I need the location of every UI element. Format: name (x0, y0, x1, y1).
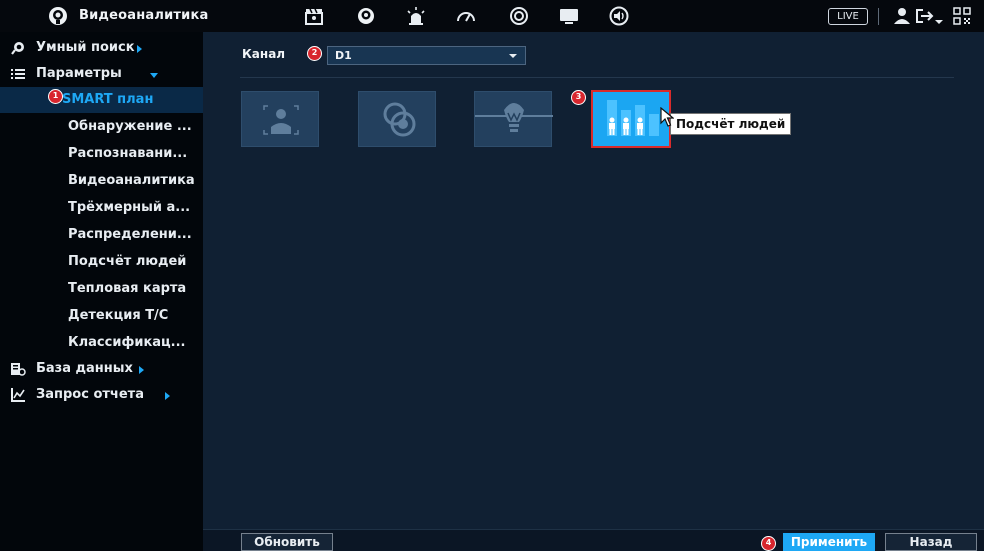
sidebar-subitem-label: SMART план (62, 92, 154, 107)
list-icon (11, 69, 25, 79)
sidebar-subitem-detection[interactable]: Обнаружение ... (0, 114, 203, 140)
database-icon (11, 363, 26, 376)
sidebar-subitem-label: Видеоаналитика (68, 173, 195, 188)
ivs-lamp-icon (475, 103, 553, 132)
sidebar-item-smart-search[interactable]: Умный поиск (0, 35, 203, 61)
qr-code-icon[interactable] (952, 6, 972, 26)
topbar-divider (878, 8, 879, 25)
speaker-icon[interactable] (608, 6, 630, 26)
sidebar-item-label: База данных (36, 361, 133, 376)
app-title: Видеоаналитика (79, 8, 209, 23)
chevron-down-icon[interactable] (934, 6, 944, 26)
gauge-icon[interactable] (455, 6, 477, 26)
channel-label: Канал (242, 47, 286, 61)
tile-people-counting[interactable] (591, 90, 671, 148)
chevron-down-icon (150, 73, 158, 78)
refresh-button[interactable]: Обновить (241, 533, 333, 551)
chevron-right-icon (137, 45, 142, 53)
chevron-down-icon (509, 54, 517, 58)
sidebar-subitem-heat-map[interactable]: Тепловая карта (0, 276, 203, 302)
sidebar-subitem-3d[interactable]: Трёхмерный а... (0, 195, 203, 221)
people-counting-icon (607, 100, 659, 136)
sidebar-subitem-video-analytics[interactable]: Видеоаналитика (0, 168, 203, 194)
sidebar-subitem-distribution[interactable]: Распределени... (0, 222, 203, 248)
sidebar-subitem-vehicle-detection[interactable]: Детекция Т/С (0, 303, 203, 329)
live-button[interactable]: LIVE (828, 8, 868, 25)
sidebar-item-label: Умный поиск (36, 40, 135, 55)
face-detection-icon (263, 105, 299, 135)
channel-select[interactable]: D1 (327, 46, 526, 65)
sidebar-subitem-people-counting[interactable]: Подсчёт людей (0, 249, 203, 275)
step-marker-2: 2 (307, 46, 322, 61)
analytics-head-icon (49, 7, 67, 25)
main-panel: Канал D1 Подсчёт людей Обновить Применит… (203, 32, 984, 551)
sidebar-subitem-label: Трёхмерный а... (68, 200, 191, 215)
sidebar-subitem-smart-plan[interactable]: SMART план (0, 87, 203, 113)
sidebar-subitem-label: Распределени... (68, 227, 192, 242)
sidebar-item-report-query[interactable]: Запрос отчета (0, 382, 203, 408)
mouse-cursor-icon (660, 107, 674, 127)
monitor-icon[interactable] (558, 6, 580, 26)
sidebar-subitem-label: Классификац... (68, 335, 186, 350)
top-bar: Видеоаналитика LIVE (0, 0, 984, 32)
tooltip: Подсчёт людей (670, 113, 792, 135)
sidebar-subitem-label: Подсчёт людей (68, 254, 187, 269)
apply-button[interactable]: Применить (783, 533, 875, 551)
user-icon[interactable] (891, 6, 913, 26)
sidebar-subitem-classification[interactable]: Классификац... (0, 330, 203, 356)
sidebar-subitem-label: Распознавани... (68, 146, 188, 161)
alarm-icon[interactable] (405, 6, 427, 26)
sidebar-item-database[interactable]: База данных (0, 356, 203, 382)
sidebar-subitem-label: Обнаружение ... (68, 119, 192, 134)
divider (240, 77, 954, 78)
refresh-circle-icon[interactable] (508, 6, 530, 26)
clapperboard-icon[interactable] (303, 6, 325, 26)
sidebar-item-parameters[interactable]: Параметры (0, 61, 203, 87)
video-structure-icon (383, 102, 416, 137)
channel-select-value: D1 (335, 49, 352, 62)
chevron-right-icon (139, 366, 144, 374)
sidebar-subitem-label: Тепловая карта (68, 281, 187, 296)
sidebar: Умный поиск Параметры SMART план Обнаруж… (0, 32, 203, 551)
tile-ivs[interactable] (474, 91, 553, 147)
smart-search-icon (11, 42, 24, 55)
smart-head-icon[interactable] (355, 6, 377, 26)
sidebar-item-label: Параметры (36, 66, 122, 81)
sidebar-item-label: Запрос отчета (36, 387, 144, 402)
logout-icon[interactable] (914, 6, 936, 26)
step-marker-3: 3 (571, 90, 586, 105)
chevron-right-icon (165, 392, 170, 400)
report-chart-icon (11, 388, 25, 402)
tile-face-detection[interactable] (241, 91, 319, 147)
back-button[interactable]: Назад (885, 533, 977, 551)
tile-video-structure[interactable] (358, 91, 436, 147)
step-marker-4: 4 (761, 536, 776, 551)
sidebar-subitem-label: Детекция Т/С (68, 308, 169, 323)
bottom-bar: Обновить Применить Назад (203, 529, 984, 551)
step-marker-1: 1 (48, 89, 63, 104)
sidebar-subitem-recognition[interactable]: Распознавани... (0, 141, 203, 167)
